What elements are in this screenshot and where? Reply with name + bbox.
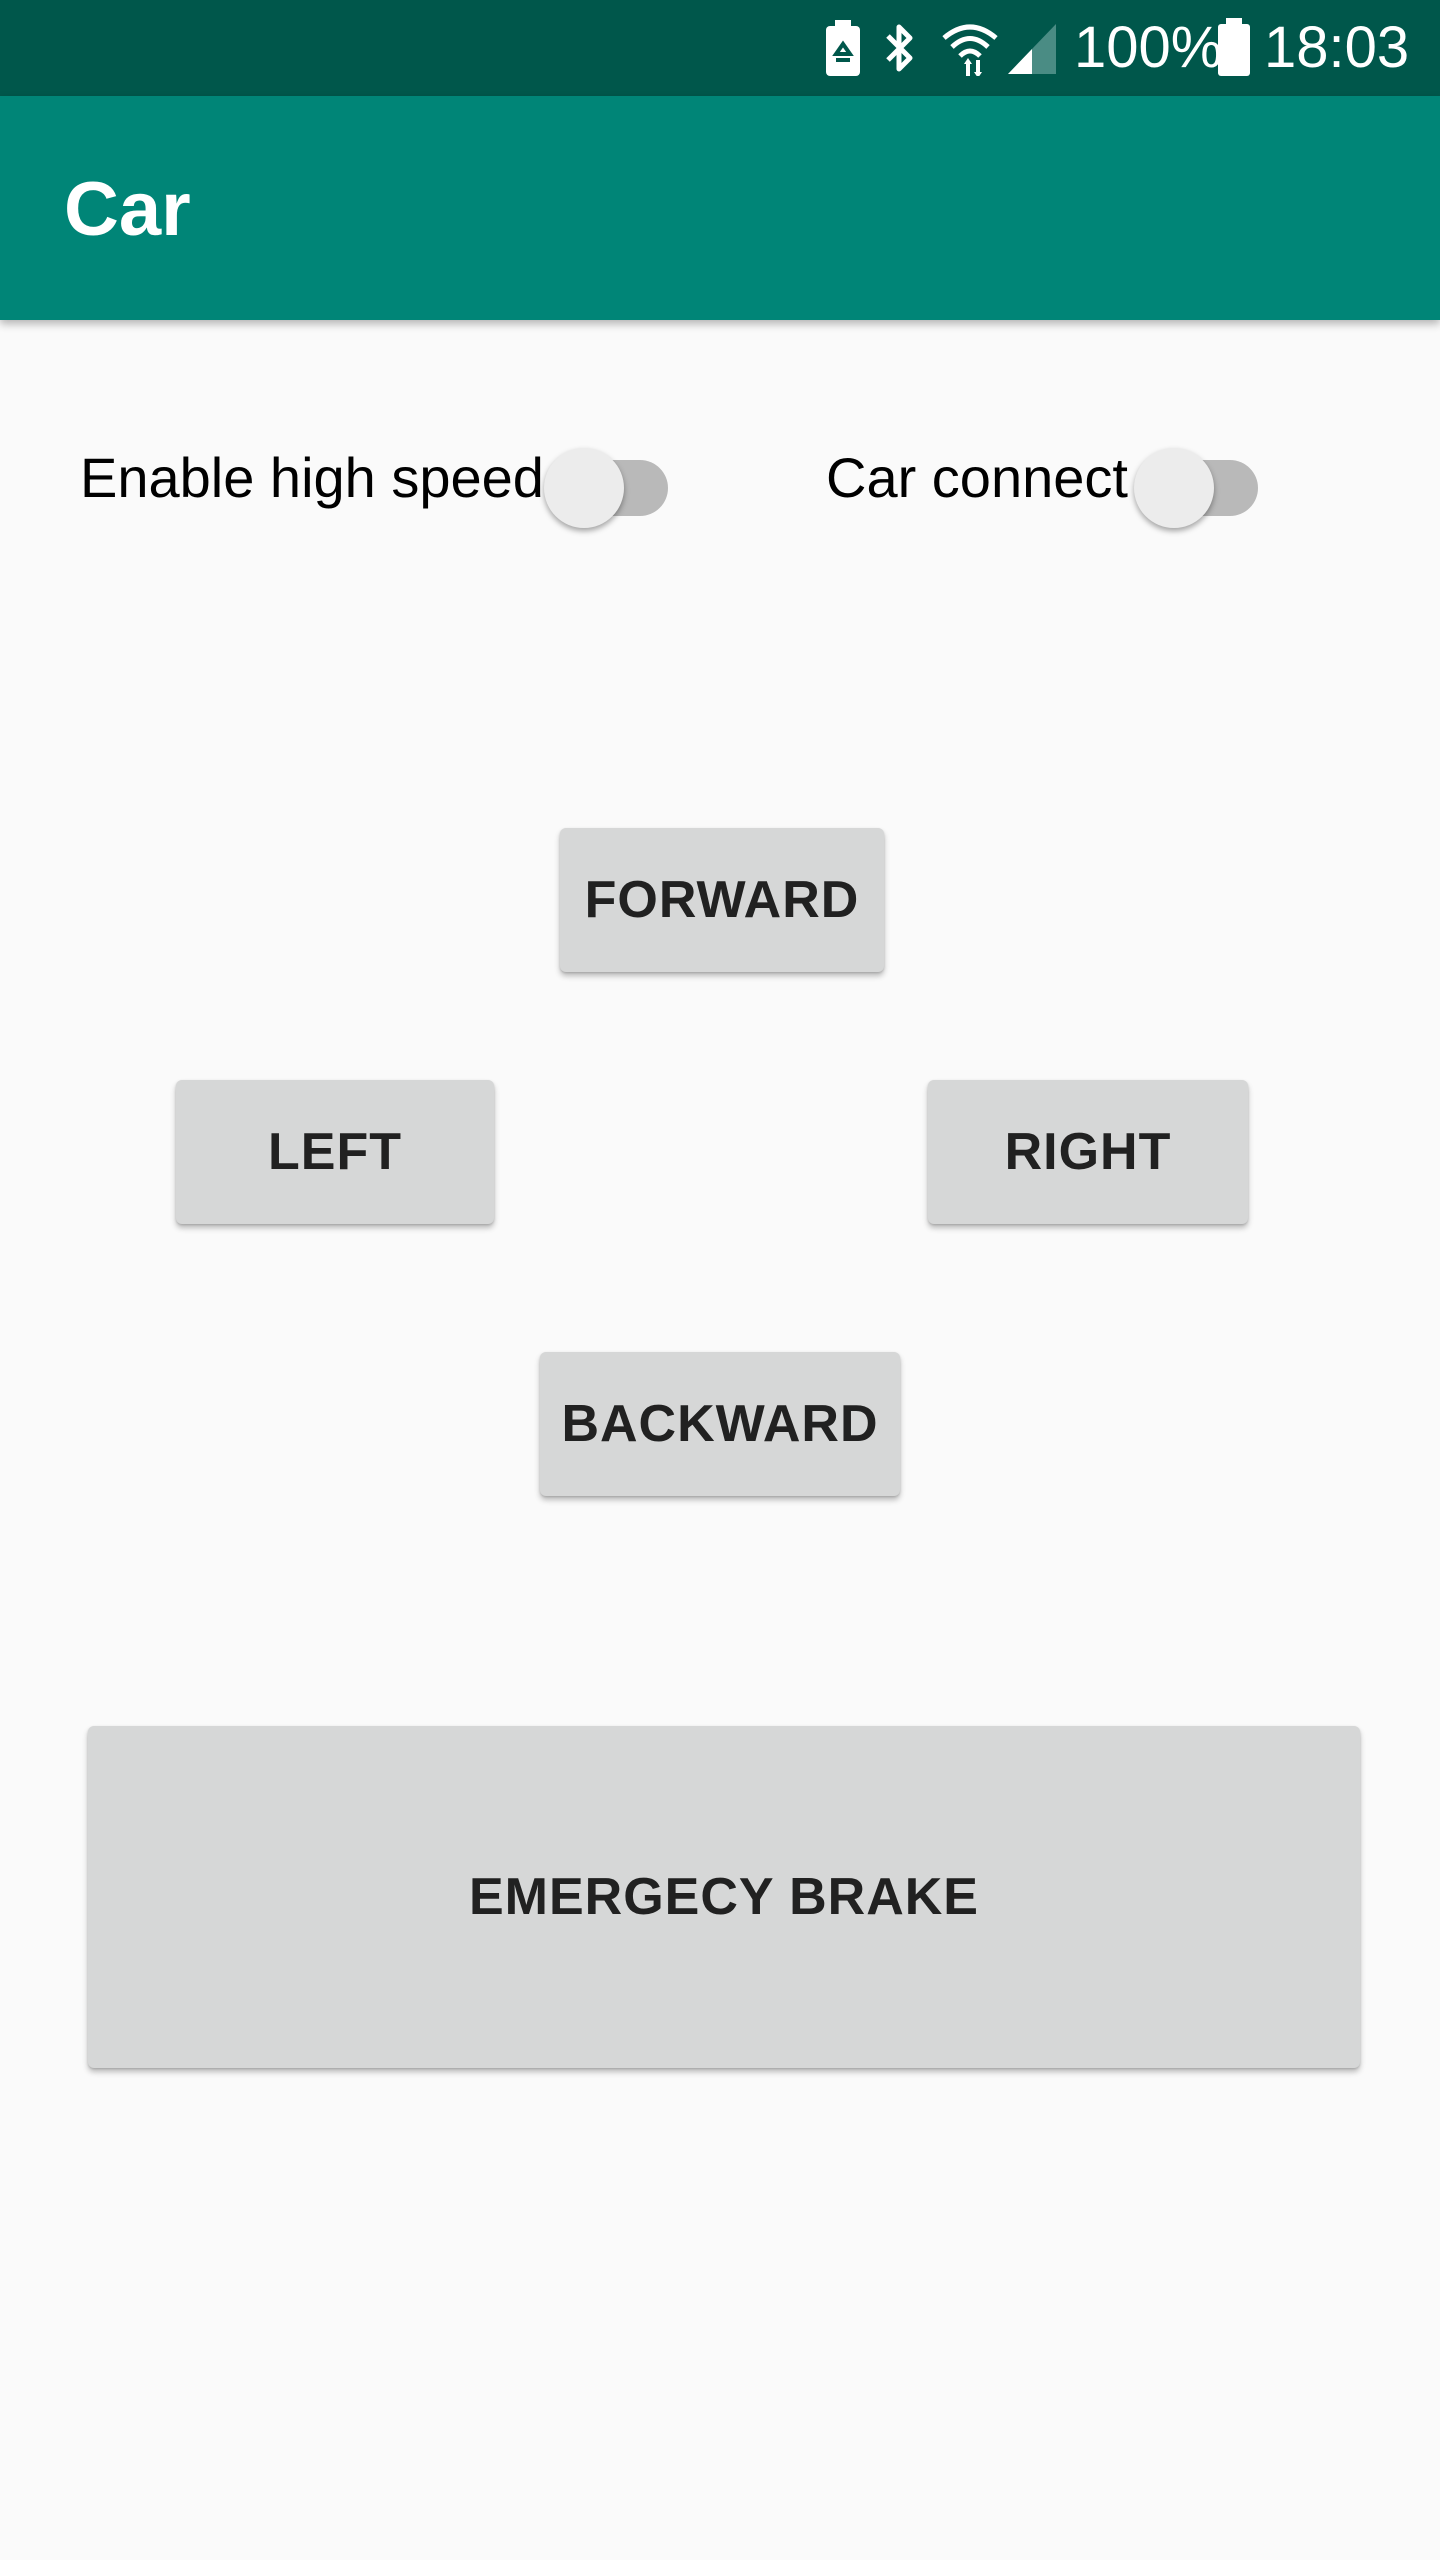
clock-time: 18:03	[1264, 15, 1410, 80]
high-speed-label: Enable high speed	[80, 446, 544, 509]
backward-button[interactable]: BACKWARD	[540, 1352, 900, 1496]
app-bar: Car	[0, 96, 1440, 320]
battery-icon	[1218, 18, 1250, 76]
high-speed-switch-thumb	[544, 448, 624, 528]
car-connect-switch-thumb	[1134, 448, 1214, 528]
car-connect-switch[interactable]	[1134, 430, 1270, 528]
high-speed-switch[interactable]	[544, 430, 680, 528]
battery-percent: 100%	[1074, 15, 1223, 80]
right-button[interactable]: RIGHT	[928, 1080, 1248, 1224]
battery-saver-icon	[826, 20, 860, 76]
cellular-signal-icon	[1008, 24, 1056, 74]
forward-button[interactable]: FORWARD	[560, 828, 884, 972]
emergency-brake-button[interactable]: EMERGECY BRAKE	[88, 1726, 1360, 2068]
wifi-icon	[942, 24, 998, 76]
car-connect-label: Car connect	[826, 446, 1128, 509]
bluetooth-icon	[886, 24, 913, 72]
status-bar: 100% 18:03	[0, 0, 1440, 96]
app-title: Car	[64, 167, 191, 252]
left-button[interactable]: LEFT	[176, 1080, 494, 1224]
